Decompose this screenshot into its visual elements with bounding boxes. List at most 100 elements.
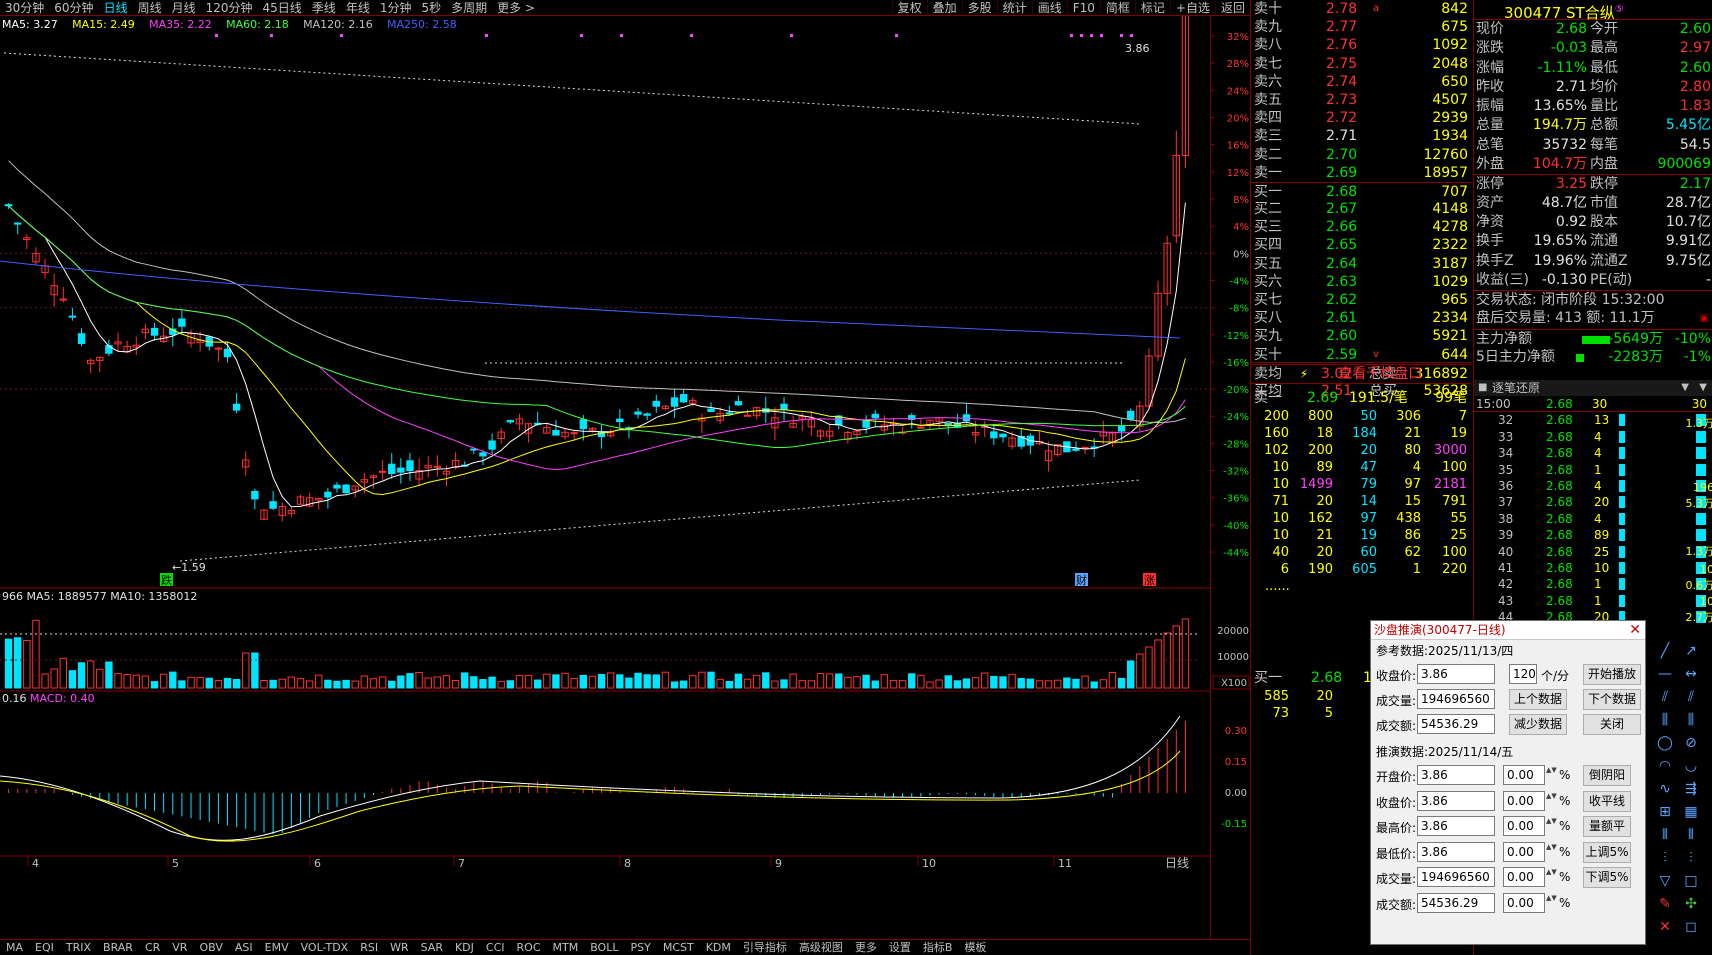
indicator-tab-2[interactable]: TRIX bbox=[60, 940, 97, 955]
tool-button-6[interactable]: 简框 bbox=[1099, 0, 1135, 16]
indicator-tab-12[interactable]: SAR bbox=[415, 940, 449, 955]
draw-tool-icon[interactable]: ⇶ bbox=[1680, 778, 1702, 800]
order-book-row[interactable]: 卖十 2.78 a 842 bbox=[1251, 0, 1471, 18]
spin-icon[interactable]: ▲▼ bbox=[1546, 792, 1557, 810]
dropdown-icon[interactable]: ▼ bbox=[1681, 380, 1689, 396]
sim-action-button[interactable]: 下调5% bbox=[1583, 867, 1631, 888]
draw-tool-icon[interactable]: ⫼ bbox=[1654, 709, 1676, 731]
indicator-tab-11[interactable]: WR bbox=[384, 940, 415, 955]
indicator-tab-9[interactable]: VOL-TDX bbox=[295, 940, 355, 955]
sim-input[interactable]: 194696560 bbox=[1417, 867, 1495, 887]
speed-input[interactable]: 120 bbox=[1509, 664, 1537, 684]
period-tab-3[interactable]: 周线 bbox=[133, 0, 167, 16]
draw-tool-icon[interactable]: ◡ bbox=[1680, 755, 1702, 777]
draw-tool-icon[interactable]: ⊘ bbox=[1680, 732, 1702, 754]
indicator-tab-20[interactable]: KDM bbox=[700, 940, 737, 955]
draw-tool-icon[interactable]: ⫽ bbox=[1654, 686, 1676, 708]
stock-title[interactable]: 300477 ST合纵⑤ bbox=[1474, 0, 1712, 22]
period-tab-8[interactable]: 年线 bbox=[341, 0, 375, 16]
indicator-tab-26[interactable]: 模板 bbox=[958, 940, 992, 955]
indicator-tab-15[interactable]: ROC bbox=[511, 940, 547, 955]
sim-pct-input[interactable]: 0.00 bbox=[1503, 892, 1545, 913]
order-book-row[interactable]: 卖七 2.75 2048 bbox=[1251, 55, 1471, 73]
period-tab-7[interactable]: 季线 bbox=[307, 0, 341, 16]
sim-pct-input[interactable]: 0.00 bbox=[1503, 816, 1545, 836]
period-tab-1[interactable]: 60分钟 bbox=[49, 0, 98, 16]
indicator-tab-24[interactable]: 设置 bbox=[883, 940, 917, 955]
draw-tool-icon[interactable]: ⦀ bbox=[1654, 824, 1676, 846]
indicator-tab-19[interactable]: MCST bbox=[657, 940, 700, 955]
indicator-tab-4[interactable]: CR bbox=[139, 940, 166, 955]
indicator-tab-1[interactable]: EQI bbox=[29, 940, 60, 955]
indicator-tab-6[interactable]: OBV bbox=[193, 940, 228, 955]
draw-tool-icon[interactable]: ↔ bbox=[1680, 663, 1702, 685]
order-book-row[interactable]: 卖二 2.70 12760 bbox=[1251, 146, 1471, 164]
indicator-tab-8[interactable]: EMV bbox=[259, 940, 295, 955]
draw-tool-icon[interactable]: ↗ bbox=[1680, 640, 1702, 662]
dropdown-icon-2[interactable]: ▼ bbox=[1699, 380, 1707, 396]
order-book-row[interactable]: 卖六 2.74 650 bbox=[1251, 73, 1471, 91]
sim-pct-input[interactable]: 0.00 bbox=[1503, 841, 1545, 862]
order-book-row[interactable]: 买九 2.60 5921 bbox=[1251, 327, 1471, 345]
indicator-tab-25[interactable]: 指标B bbox=[917, 940, 959, 955]
draw-tool-icon[interactable]: ⫶ bbox=[1654, 847, 1676, 869]
order-book-row[interactable]: 买三 2.66 4278 bbox=[1251, 218, 1471, 236]
event-marker[interactable]: 财 bbox=[1075, 573, 1088, 587]
order-book-row[interactable]: 买一 2.68 707 bbox=[1251, 181, 1471, 200]
period-tab-0[interactable]: 30分钟 bbox=[0, 0, 49, 16]
sim-input[interactable]: 3.86 bbox=[1417, 841, 1495, 862]
sim-pct-input[interactable]: 0.00 bbox=[1503, 765, 1545, 785]
event-marker[interactable]: 涨 bbox=[1143, 573, 1156, 587]
indicator-tab-22[interactable]: 高级视图 bbox=[793, 940, 849, 955]
close-icon[interactable]: ✕ bbox=[1629, 621, 1641, 640]
prev-data-button[interactable]: 上个数据 bbox=[1509, 689, 1567, 710]
draw-tool-icon[interactable]: ⫼ bbox=[1680, 709, 1702, 731]
order-book-row[interactable]: 买七 2.62 965 bbox=[1251, 291, 1471, 309]
view-depth-button[interactable]: ⚡ 查看千档盘口 bbox=[1251, 362, 1471, 384]
indicator-tab-17[interactable]: BOLL bbox=[584, 940, 624, 955]
period-tab-12[interactable]: 更多 > bbox=[492, 0, 540, 16]
draw-tool-icon[interactable]: ✎ bbox=[1654, 893, 1676, 915]
tool-button-3[interactable]: 统计 bbox=[996, 0, 1032, 16]
draw-tool-icon[interactable]: ⊞ bbox=[1654, 801, 1676, 823]
tool-button-5[interactable]: F10 bbox=[1066, 0, 1100, 16]
sim-input[interactable]: 3.86 bbox=[1417, 816, 1495, 836]
draw-tool-icon[interactable]: ▦ bbox=[1680, 801, 1702, 823]
spin-icon[interactable]: ▲▼ bbox=[1546, 894, 1557, 912]
tool-button-8[interactable]: +自选 bbox=[1169, 0, 1215, 16]
indicator-tab-3[interactable]: BRAR bbox=[97, 940, 139, 955]
sim-action-button[interactable]: 量额平 bbox=[1583, 816, 1631, 837]
indicator-tab-5[interactable]: VR bbox=[166, 940, 193, 955]
period-tab-5[interactable]: 120分钟 bbox=[201, 0, 258, 16]
ref-input[interactable]: 54536.29 bbox=[1417, 714, 1495, 734]
sim-pct-input[interactable]: 0.00 bbox=[1503, 867, 1545, 887]
period-tab-2[interactable]: 日线 bbox=[99, 0, 133, 16]
order-book-row[interactable]: 买八 2.61 2334 bbox=[1251, 309, 1471, 327]
kline-chart[interactable]: MA5: 3.27 MA15: 2.49 MA35: 2.22 MA60: 2.18 M… bbox=[0, 0, 1210, 939]
indicator-tab-18[interactable]: PSY bbox=[624, 940, 656, 955]
order-book-row[interactable]: 卖九 2.77 675 bbox=[1251, 18, 1471, 36]
indicator-tab-21[interactable]: 引导指标 bbox=[737, 940, 793, 955]
draw-tool-icon[interactable]: ⫽ bbox=[1680, 686, 1702, 708]
period-tab-6[interactable]: 45日线 bbox=[258, 0, 307, 16]
next-data-button[interactable]: 下个数据 bbox=[1583, 689, 1641, 710]
tool-button-2[interactable]: 多股 bbox=[961, 0, 997, 16]
tick-header[interactable]: ■ 逐笔还原 ▼ ▼ bbox=[1474, 380, 1712, 396]
draw-tool-icon[interactable]: — bbox=[1654, 663, 1676, 685]
order-book-row[interactable]: 买五 2.64 3187 bbox=[1251, 255, 1471, 273]
indicator-tab-10[interactable]: RSI bbox=[354, 940, 384, 955]
spin-icon[interactable]: ▲▼ bbox=[1546, 766, 1557, 784]
ref-input[interactable]: 3.86 bbox=[1417, 664, 1495, 684]
kline-chart-area[interactable]: MA5: 3.27 MA15: 2.49 MA35: 2.22 MA60: 2.18 M… bbox=[0, 0, 1210, 939]
order-book-row[interactable]: 买二 2.67 4148 bbox=[1251, 200, 1471, 218]
period-tab-9[interactable]: 1分钟 bbox=[375, 0, 417, 16]
reduce-data-button[interactable]: 减少数据 bbox=[1509, 714, 1567, 735]
order-book-row[interactable]: 卖五 2.73 4507 bbox=[1251, 91, 1471, 109]
order-book-row[interactable]: 卖三 2.71 1934 bbox=[1251, 127, 1471, 145]
spin-icon[interactable]: ▲▼ bbox=[1546, 817, 1557, 835]
draw-tool-icon[interactable]: ◠ bbox=[1654, 755, 1676, 777]
event-marker[interactable]: 跌 bbox=[160, 573, 173, 587]
draw-tool-icon[interactable]: ╱ bbox=[1654, 640, 1676, 662]
draw-tool-icon[interactable]: ◯ bbox=[1654, 732, 1676, 754]
draw-tool-icon[interactable]: ◻ bbox=[1680, 916, 1702, 938]
